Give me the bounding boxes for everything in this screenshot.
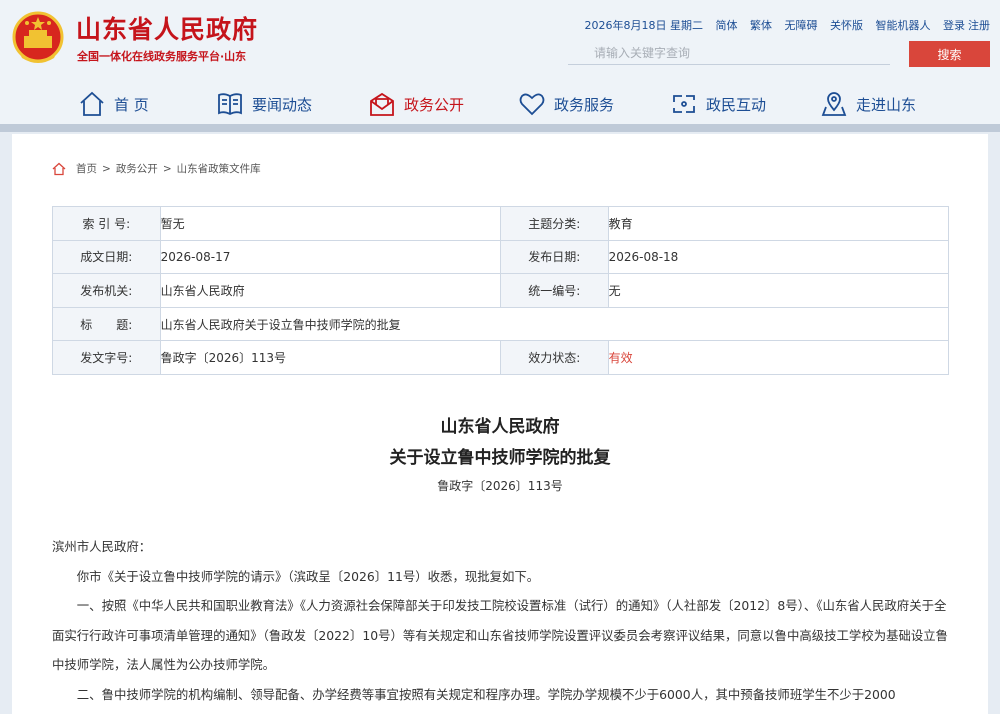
national-emblem-icon bbox=[12, 11, 64, 63]
validity-status-label: 效力状态: bbox=[499, 340, 609, 375]
title-label: 标 题: bbox=[52, 306, 161, 342]
nav-news[interactable]: 要闻动态 bbox=[216, 84, 312, 124]
breadcrumb-separator: > bbox=[102, 162, 111, 175]
link-simplified[interactable]: 简体 bbox=[716, 19, 738, 32]
site-title[interactable]: 山东省人民政府 bbox=[76, 10, 258, 46]
index-label: 索 引 号: bbox=[52, 206, 161, 241]
table-row: 索 引 号: 暂无 主题分类: 教育 bbox=[52, 206, 950, 241]
nav-divider bbox=[0, 124, 1000, 132]
issuer-value: 山东省人民政府 bbox=[159, 273, 501, 308]
issuer-label: 发布机关: bbox=[52, 273, 161, 308]
topic-label: 主题分类: bbox=[499, 206, 609, 241]
salutation: 滨州市人民政府： bbox=[52, 539, 152, 554]
home-icon bbox=[52, 162, 66, 175]
nav-services[interactable]: 政务服务 bbox=[518, 84, 614, 124]
heart-icon bbox=[519, 93, 545, 116]
unified-number-label: 统一编号: bbox=[499, 273, 609, 308]
table-row: 标 题: 山东省人民政府关于设立鲁中技师学院的批复 bbox=[52, 306, 950, 342]
nav-label: 走进山东 bbox=[856, 95, 917, 114]
document-number-label: 发文字号: bbox=[52, 340, 161, 375]
document-number-value: 鲁政字〔2026〕113号 bbox=[159, 340, 501, 375]
topic-value: 教育 bbox=[607, 206, 950, 241]
mail-icon bbox=[370, 92, 394, 116]
breadcrumb-policy-library[interactable]: 山东省政策文件库 bbox=[177, 161, 261, 176]
register-link[interactable]: 注册 bbox=[968, 19, 990, 32]
link-robot[interactable]: 智能机器人 bbox=[876, 19, 931, 32]
validity-status-value: 有效 bbox=[607, 340, 950, 375]
nav-label: 政民互动 bbox=[706, 95, 767, 114]
written-date-label: 成文日期: bbox=[52, 239, 161, 275]
nav-label: 政务服务 bbox=[554, 95, 615, 114]
search-input[interactable] bbox=[568, 41, 890, 65]
breadcrumb-government-affairs[interactable]: 政务公开 bbox=[116, 161, 158, 176]
paragraph: 一、按照《中华人民共和国职业教育法》《人力资源社会保障部关于印发技工院校设置标准… bbox=[52, 598, 949, 672]
nav-interaction[interactable]: 政民互动 bbox=[670, 84, 766, 124]
link-care-mode[interactable]: 关怀版 bbox=[830, 19, 863, 32]
document-title-issuer: 山东省人民政府 bbox=[440, 417, 560, 437]
nav-explore-shandong[interactable]: 走进山东 bbox=[820, 84, 916, 124]
breadcrumb: 首页 > 政务公开 > 山东省政策文件库 bbox=[52, 161, 261, 176]
written-date-value: 2026-08-17 bbox=[159, 239, 501, 275]
top-links: 2026年8月18日 星期二 简体 繁体 无障碍 关怀版 智能机器人 登录 注册 bbox=[576, 17, 991, 33]
main-content: 首页 > 政务公开 > 山东省政策文件库 索 引 号: 暂无 主题分类: 教育 … bbox=[12, 134, 988, 714]
nav-label: 政务公开 bbox=[404, 95, 465, 114]
published-date-value: 2026-08-18 bbox=[607, 239, 950, 275]
breadcrumb-separator: > bbox=[162, 162, 172, 175]
search-button[interactable]: 搜索 bbox=[909, 41, 990, 67]
table-row: 发文字号: 鲁政字〔2026〕113号 效力状态: 有效 bbox=[52, 340, 950, 375]
index-value: 暂无 bbox=[159, 206, 501, 241]
nav-government-affairs[interactable]: 政务公开 bbox=[368, 84, 464, 124]
nav-label: 首 页 bbox=[114, 95, 149, 114]
paragraph: 你市《关于设立鲁中技师学院的请示》（滨政呈〔2026〕11号）收悉，现批复如下。 bbox=[76, 568, 540, 584]
login-link[interactable]: 登录 bbox=[943, 19, 965, 32]
interaction-icon bbox=[673, 95, 695, 113]
document-body: 滨州市人民政府： 你市《关于设立鲁中技师学院的请示》（滨政呈〔2026〕11号）… bbox=[52, 532, 952, 709]
breadcrumb-home[interactable]: 首页 bbox=[76, 161, 97, 176]
home-icon bbox=[80, 91, 104, 116]
document-metadata-table: 索 引 号: 暂无 主题分类: 教育 成文日期: 2026-08-17 发布日期… bbox=[52, 206, 950, 375]
table-row: 成文日期: 2026-08-17 发布日期: 2026-08-18 bbox=[52, 239, 950, 275]
site-header: 山东省人民政府 全国一体化在线政务服务平台·山东 2026年8月18日 星期二 … bbox=[0, 0, 1000, 132]
current-date: 2026年8月18日 星期二 bbox=[584, 19, 704, 32]
unified-number-value: 无 bbox=[607, 273, 950, 308]
link-traditional[interactable]: 繁体 bbox=[750, 19, 772, 32]
title-value: 山东省人民政府关于设立鲁中技师学院的批复 bbox=[159, 306, 950, 342]
document-number: 鲁政字〔2026〕113号 bbox=[437, 479, 563, 493]
paragraph: 二、鲁中技师学院的机构编制、领导配备、办学经费等事宜按照有关规定和程序办理。学院… bbox=[76, 686, 896, 702]
published-date-label: 发布日期: bbox=[499, 239, 609, 275]
main-nav: 首 页 要闻动态 政务公开 政务服务 政民互动 走进山东 bbox=[0, 84, 1000, 124]
site-subtitle: 全国一体化在线政务服务平台·山东 bbox=[77, 50, 247, 63]
table-row: 发布机关: 山东省人民政府 统一编号: 无 bbox=[52, 273, 950, 308]
nav-label: 要闻动态 bbox=[252, 95, 313, 114]
link-accessibility[interactable]: 无障碍 bbox=[785, 19, 818, 32]
news-icon bbox=[218, 93, 242, 116]
map-pin-icon bbox=[821, 92, 847, 116]
document-title: 关于设立鲁中技师学院的批复 bbox=[389, 448, 611, 468]
nav-home[interactable]: 首 页 bbox=[78, 84, 149, 124]
